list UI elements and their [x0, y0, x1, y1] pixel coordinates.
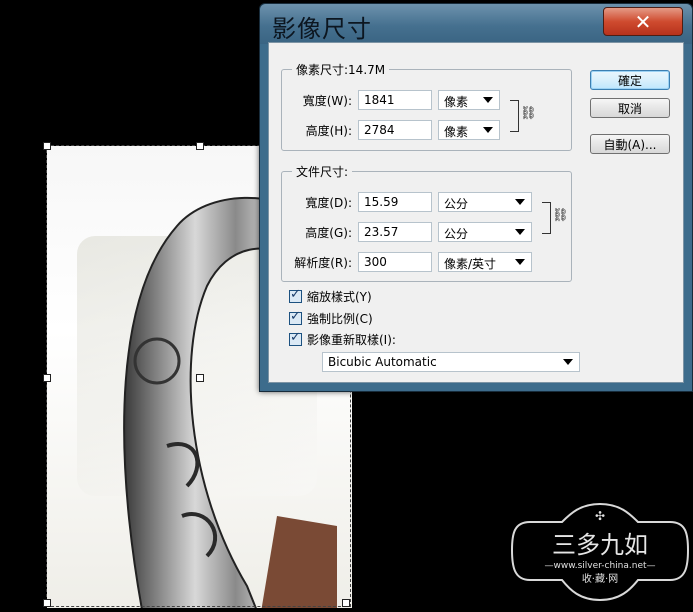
pixel-height-unit: 像素: [444, 125, 469, 139]
doc-width-unit: 公分: [444, 197, 469, 211]
chevron-down-icon: [483, 127, 493, 133]
dialog-title: 影像尺寸: [272, 15, 372, 43]
pixel-width-unit-select[interactable]: 像素: [438, 90, 500, 110]
chevron-down-icon: [563, 359, 573, 365]
pixel-height-unit-select[interactable]: 像素: [438, 120, 500, 140]
dialog-titlebar[interactable]: 影像尺寸 ✕: [260, 4, 692, 44]
doc-width-label: 寬度(D):: [305, 196, 352, 210]
watermark-url: —www.silver-china.net—: [544, 561, 655, 571]
watermark-subtitle: 收·藏·网: [582, 572, 618, 585]
checkbox-checked-icon: [289, 309, 302, 325]
constrain-proportions-label: 強制比例(C): [307, 312, 373, 326]
chevron-down-icon: [483, 97, 493, 103]
document-size-label: 文件尺寸:: [292, 163, 353, 180]
doc-height-unit-select[interactable]: 公分: [438, 222, 532, 242]
cancel-button[interactable]: 取消: [590, 98, 670, 118]
resolution-unit: 像素/英寸: [444, 257, 497, 271]
checkbox-checked-icon: [289, 287, 302, 303]
resample-image-label: 影像重新取樣(I):: [307, 333, 396, 347]
pixel-height-label: 高度(H):: [305, 124, 352, 138]
doc-height-label: 高度(G):: [305, 226, 352, 240]
pixel-height-input[interactable]: 2784: [358, 120, 432, 140]
svg-text:✣: ✣: [595, 509, 605, 523]
dialog-body: 像素尺寸:14.7M 寬度(W): 1841 像素 高度(H): 2784 像素…: [268, 42, 684, 383]
auto-button[interactable]: 自動(A)...: [590, 134, 670, 154]
resample-method-select[interactable]: Bicubic Automatic: [322, 352, 580, 372]
doc-height-unit: 公分: [444, 227, 469, 241]
close-icon: ✕: [634, 9, 652, 34]
resample-image-checkbox[interactable]: 影像重新取樣(I):: [289, 330, 396, 348]
chevron-down-icon: [515, 259, 525, 265]
constrain-proportions-checkbox[interactable]: 強制比例(C): [289, 309, 373, 327]
watermark-logo: ✣ 三多九如 —www.silver-china.net— 收·藏·网: [510, 502, 690, 602]
doc-height-input[interactable]: 23.57: [358, 222, 432, 242]
image-size-dialog: 影像尺寸 ✕ 像素尺寸:14.7M 寬度(W): 1841 像素 高度(H): …: [259, 3, 693, 392]
pixel-dimensions-label: 像素尺寸:14.7M: [292, 61, 390, 78]
chain-link-icon: ⛓: [552, 208, 569, 223]
chevron-down-icon: [515, 229, 525, 235]
ok-button[interactable]: 確定: [590, 70, 670, 90]
chevron-down-icon: [515, 199, 525, 205]
checkbox-checked-icon: [289, 330, 302, 346]
doc-width-unit-select[interactable]: 公分: [438, 192, 532, 212]
resample-method-value: Bicubic Automatic: [328, 355, 437, 369]
document-size-group: 文件尺寸: 寬度(D): 15.59 公分 高度(G): 23.57 公分 解析…: [281, 163, 572, 282]
pixel-width-label: 寬度(W):: [302, 94, 352, 108]
scale-styles-checkbox[interactable]: 縮放樣式(Y): [289, 287, 372, 305]
watermark-name: 三多九如: [552, 531, 648, 559]
resolution-input[interactable]: 300: [358, 252, 432, 272]
scale-styles-label: 縮放樣式(Y): [307, 290, 372, 304]
chain-link-icon: ⛓: [520, 106, 537, 121]
pixel-width-unit: 像素: [444, 95, 469, 109]
close-button[interactable]: ✕: [603, 7, 683, 36]
doc-width-input[interactable]: 15.59: [358, 192, 432, 212]
link-bracket: [542, 202, 551, 234]
resolution-label: 解析度(R):: [294, 256, 352, 270]
pixel-width-input[interactable]: 1841: [358, 90, 432, 110]
pixel-dimensions-group: 像素尺寸:14.7M 寬度(W): 1841 像素 高度(H): 2784 像素…: [281, 61, 572, 151]
link-bracket: [510, 100, 519, 132]
resolution-unit-select[interactable]: 像素/英寸: [438, 252, 532, 272]
